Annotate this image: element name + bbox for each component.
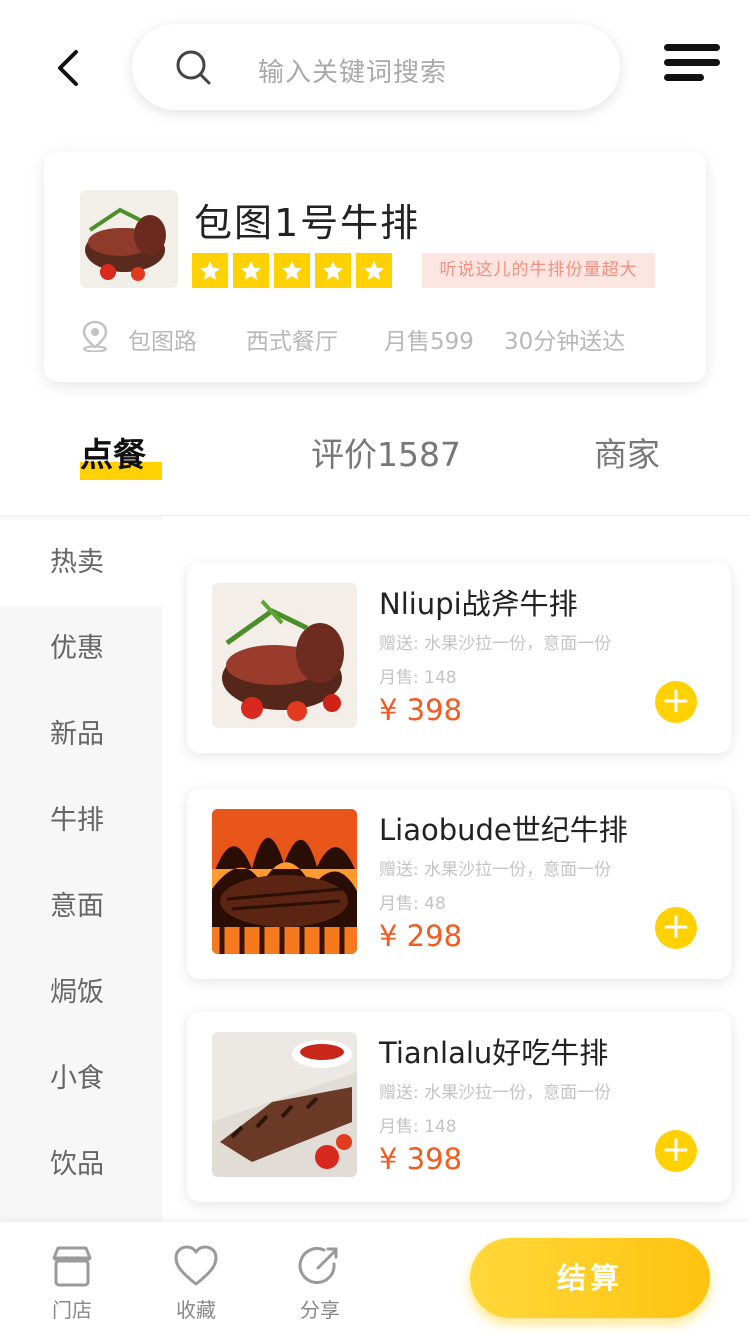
heart-icon xyxy=(174,1245,218,1286)
sidebar-item-snacks[interactable]: 小食 xyxy=(0,1036,162,1122)
product-image xyxy=(212,809,357,954)
tab-reviews[interactable]: 评价1587 xyxy=(311,428,461,476)
bottom-bar: 门店 收藏 分享 结算 xyxy=(0,1222,750,1334)
bottom-item-label: 分享 xyxy=(300,1298,340,1322)
add-to-cart-button[interactable]: + xyxy=(655,907,697,949)
product-card[interactable]: Nliupi战斧牛排 赠送: 水果沙拉一份，意面一份 月售: 148 ¥ 398… xyxy=(187,563,731,753)
back-button[interactable] xyxy=(52,48,88,88)
tab-order[interactable]: 点餐 xyxy=(80,428,146,476)
product-image xyxy=(212,1032,357,1177)
shop-thumbnail xyxy=(80,190,178,288)
product-price: ¥ 298 xyxy=(379,919,463,953)
search-bar[interactable]: 输入关键词搜索 xyxy=(132,24,620,110)
plus-icon: + xyxy=(660,1129,692,1170)
product-card[interactable]: Tianlalu好吃牛排 赠送: 水果沙拉一份，意面一份 月售: 148 ¥ 3… xyxy=(187,1012,731,1202)
location-pin-icon xyxy=(82,320,108,352)
star-icon xyxy=(233,253,269,288)
product-name: Liaobude世纪牛排 xyxy=(379,813,628,847)
product-price: ¥ 398 xyxy=(379,693,463,727)
sidebar-item-discount[interactable]: 优惠 xyxy=(0,606,162,692)
bottom-item-label: 收藏 xyxy=(176,1298,216,1322)
plus-icon: + xyxy=(660,906,692,947)
plus-icon: + xyxy=(660,680,692,721)
search-placeholder: 输入关键词搜索 xyxy=(258,58,448,88)
share-icon xyxy=(298,1247,338,1284)
sidebar-item-steak[interactable]: 牛排 xyxy=(0,778,162,864)
shop-rating xyxy=(192,253,392,288)
sidebar-item-baked-rice[interactable]: 焗饭 xyxy=(0,950,162,1036)
bottom-item-label: 门店 xyxy=(52,1298,92,1322)
product-sold: 月售: 48 xyxy=(379,894,446,914)
star-icon xyxy=(274,253,310,288)
shop-monthly-sales: 月售599 xyxy=(384,329,474,355)
product-gift: 赠送: 水果沙拉一份，意面一份 xyxy=(379,634,612,654)
menu-button[interactable] xyxy=(664,44,720,84)
product-gift: 赠送: 水果沙拉一份，意面一份 xyxy=(379,1083,612,1103)
product-sold: 月售: 148 xyxy=(379,668,457,688)
search-icon xyxy=(176,50,211,85)
category-sidebar: 热卖 优惠 新品 牛排 意面 焗饭 小食 饮品 xyxy=(0,516,162,1222)
shop-tag: 听说这儿的牛排份量超大 xyxy=(422,253,655,288)
product-price: ¥ 398 xyxy=(379,1142,463,1176)
shop-category: 西式餐厅 xyxy=(246,329,338,355)
product-name: Nliupi战斧牛排 xyxy=(379,587,578,621)
tab-merchant[interactable]: 商家 xyxy=(594,428,660,476)
star-icon xyxy=(192,253,228,288)
chevron-left-icon xyxy=(58,50,78,86)
star-icon xyxy=(315,253,351,288)
product-gift: 赠送: 水果沙拉一份，意面一份 xyxy=(379,860,612,880)
shop-location: 包图路 xyxy=(128,329,197,355)
product-name: Tianlalu好吃牛排 xyxy=(379,1036,609,1070)
shop-name: 包图1号牛排 xyxy=(194,201,421,245)
product-sold: 月售: 148 xyxy=(379,1117,457,1137)
sidebar-item-pasta[interactable]: 意面 xyxy=(0,864,162,950)
sidebar-item-drinks[interactable]: 饮品 xyxy=(0,1122,162,1208)
checkout-button[interactable]: 结算 xyxy=(470,1238,710,1318)
shop-delivery-time: 30分钟送达 xyxy=(504,329,626,355)
sidebar-item-hot[interactable]: 热卖 xyxy=(0,520,162,606)
menu-icon xyxy=(664,44,720,51)
product-image xyxy=(212,583,357,728)
add-to-cart-button[interactable]: + xyxy=(655,681,697,723)
sidebar-item-new[interactable]: 新品 xyxy=(0,692,162,778)
star-icon xyxy=(356,253,392,288)
store-icon xyxy=(52,1246,92,1287)
shop-info-card: 包图1号牛排 听说这儿的牛排份量超大 包图路 西式餐厅 月售599 30分钟送达 xyxy=(44,152,706,382)
product-card[interactable]: Liaobude世纪牛排 赠送: 水果沙拉一份，意面一份 月售: 48 ¥ 29… xyxy=(187,789,731,979)
add-to-cart-button[interactable]: + xyxy=(655,1130,697,1172)
